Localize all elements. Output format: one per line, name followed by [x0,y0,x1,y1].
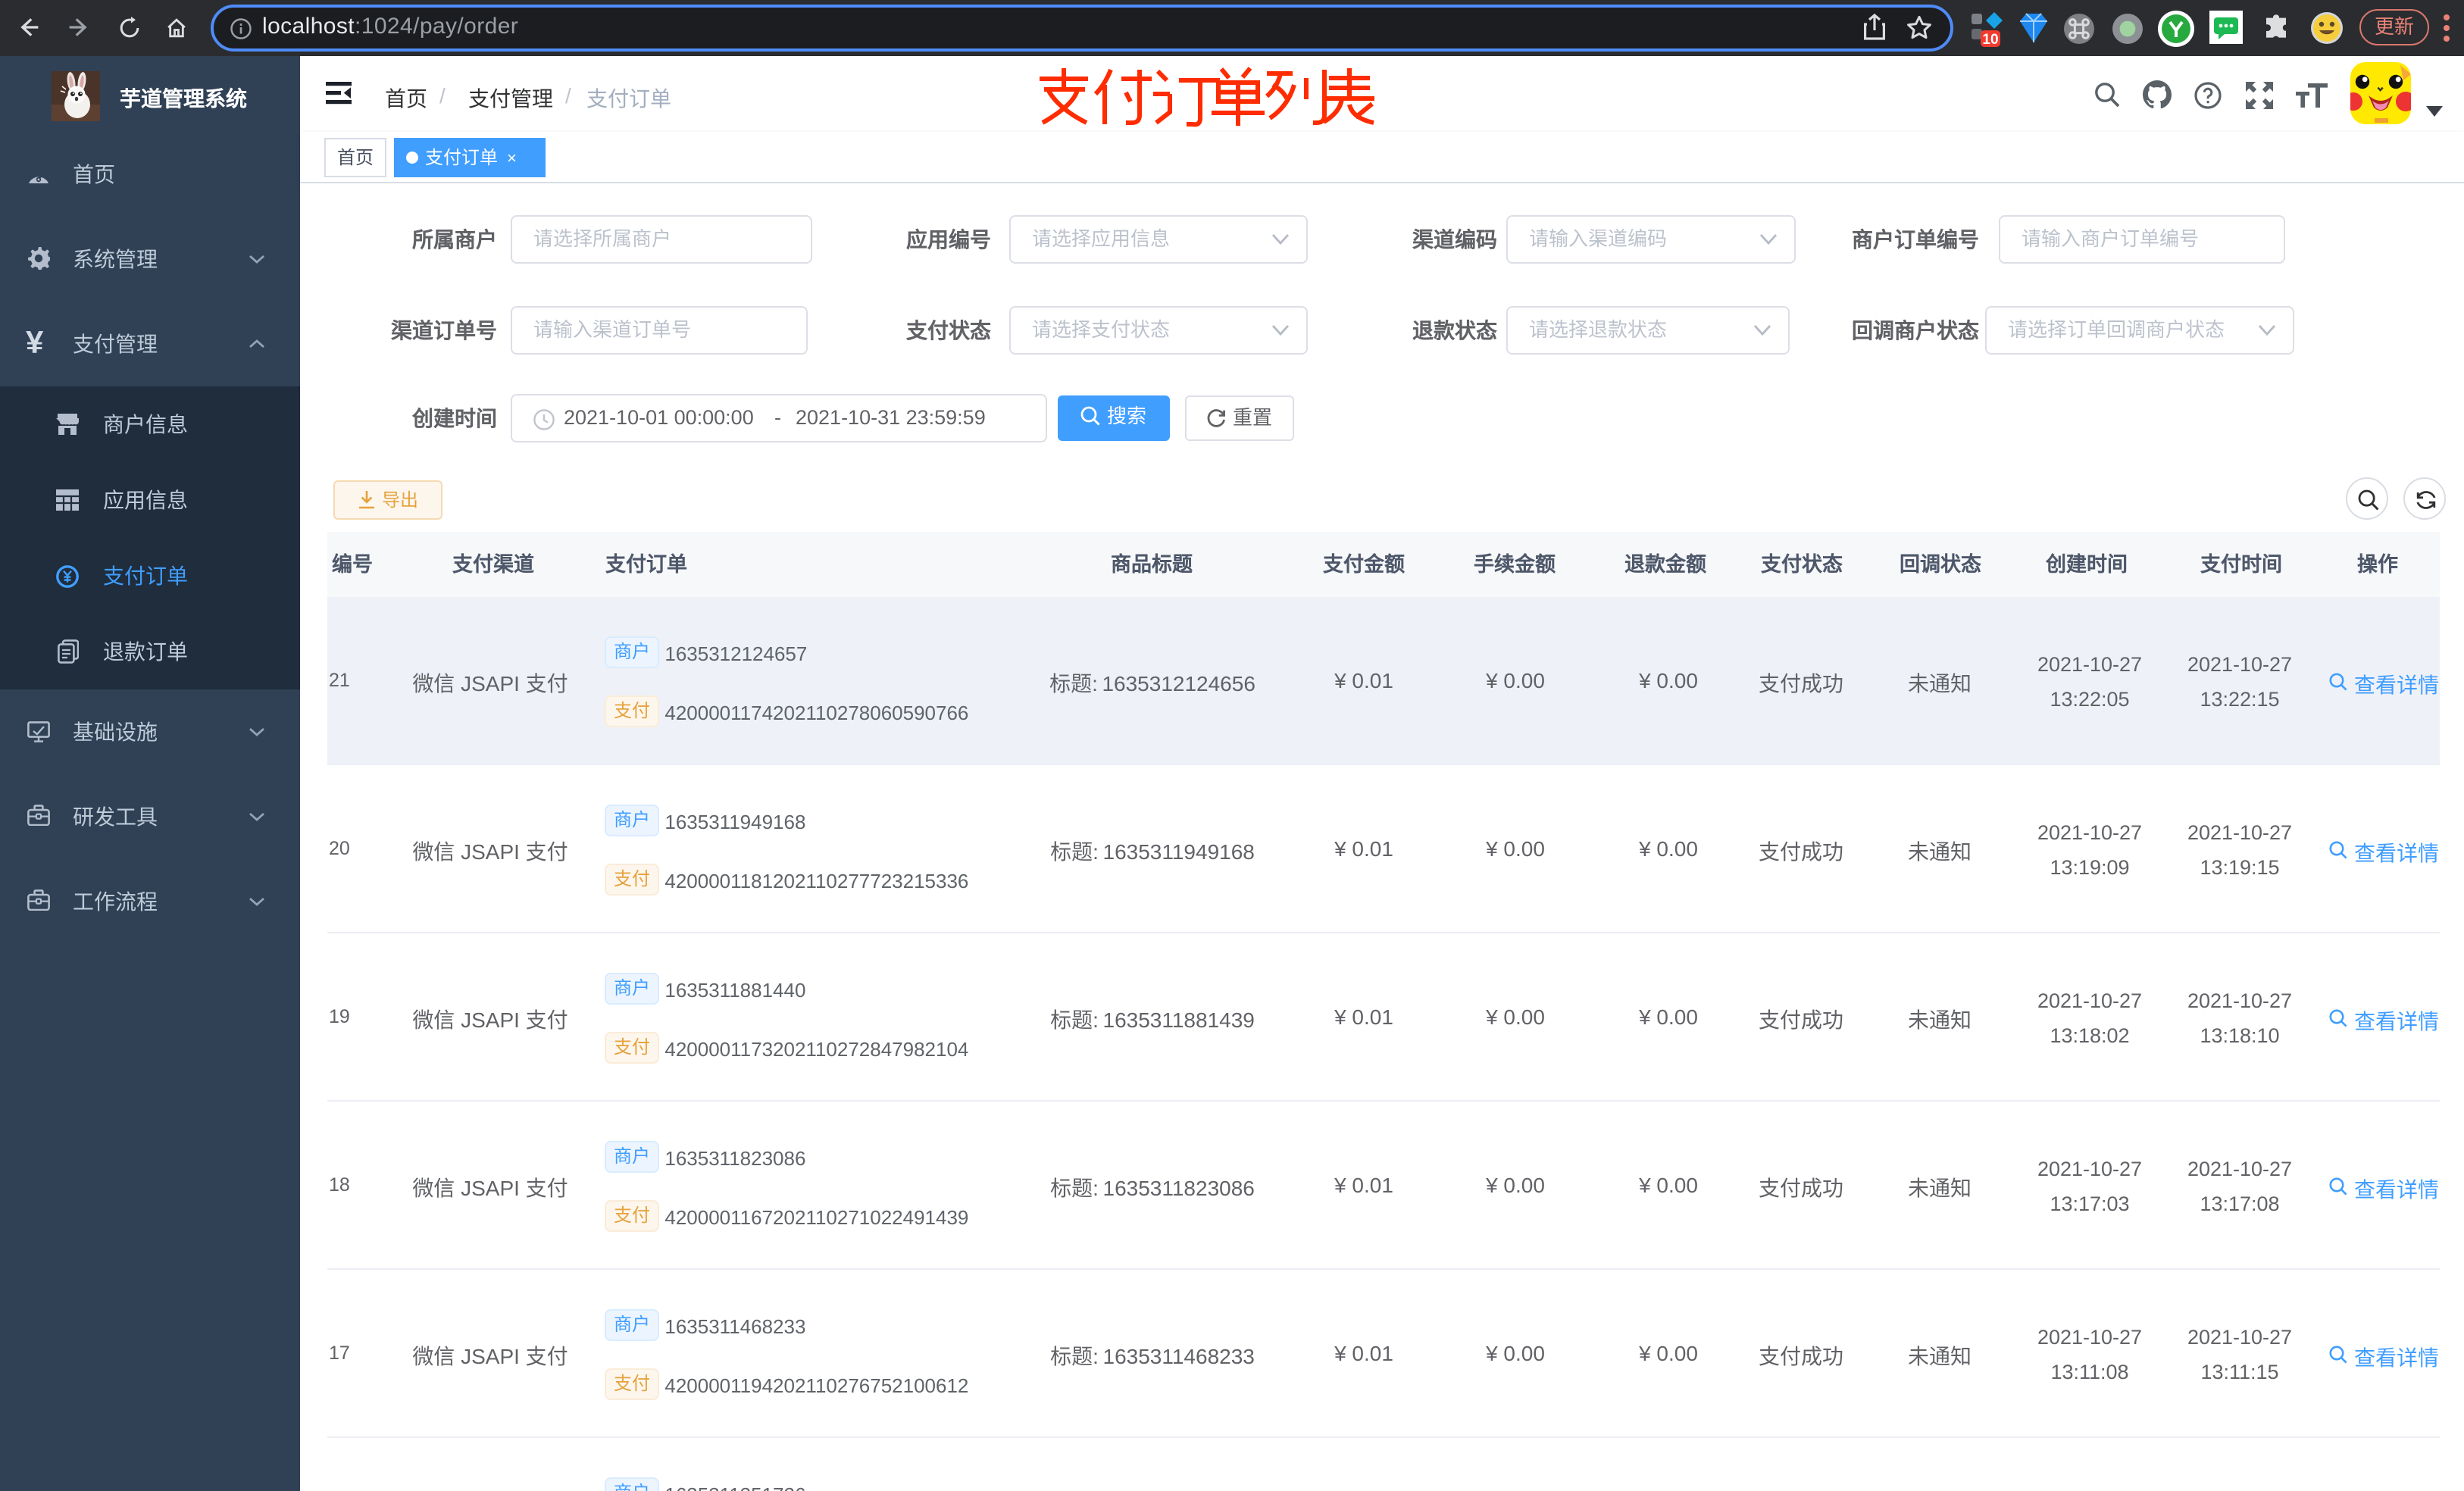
svg-text:10: 10 [1982,32,1998,48]
